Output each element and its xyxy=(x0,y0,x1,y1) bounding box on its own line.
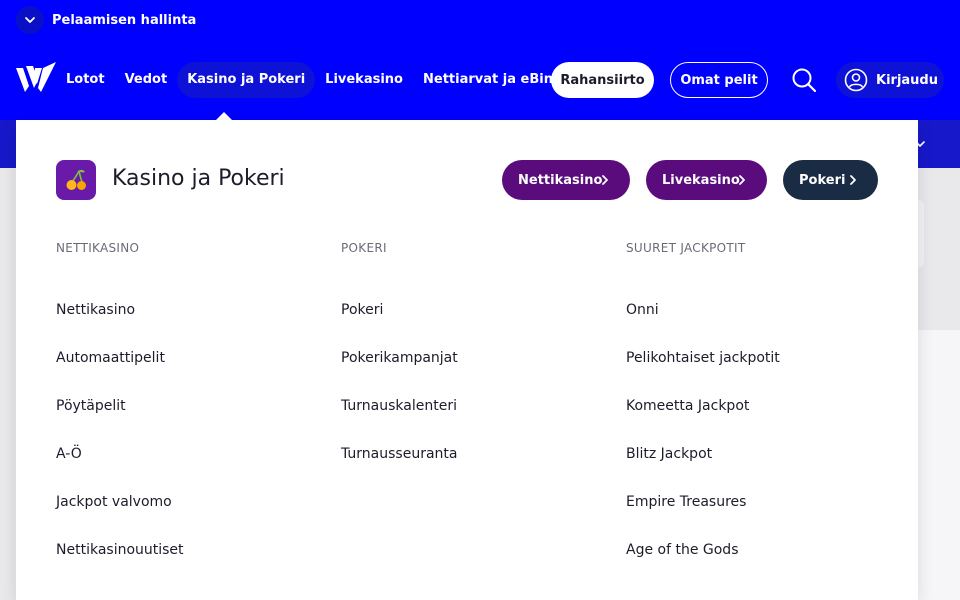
menu-link[interactable]: Jackpot valvomo xyxy=(56,492,316,540)
login-label: Kirjaudu xyxy=(876,72,938,88)
pill-nettikasino[interactable]: Nettikasino xyxy=(502,160,630,200)
menu-link[interactable]: Nettikasinouutiset xyxy=(56,540,316,588)
veikkaus-logo-icon[interactable] xyxy=(16,62,56,92)
menu-link[interactable]: Pokerikampanjat xyxy=(341,348,601,396)
pill-pokeri[interactable]: Pokeri xyxy=(783,160,878,200)
nav-link-vedot[interactable]: Vedot xyxy=(115,62,178,98)
money-transfer-button[interactable]: Rahansiirto xyxy=(551,62,654,98)
menu-link[interactable]: Blitz Jackpot xyxy=(626,444,886,492)
menu-link[interactable]: Nettikasino xyxy=(56,300,316,348)
menu-link[interactable]: Age of the Gods xyxy=(626,540,886,588)
gaming-management-label[interactable]: Pelaamisen hallinta xyxy=(52,13,196,28)
nav-link-lotot[interactable]: Lotot xyxy=(56,62,115,98)
pill-livekasino[interactable]: Livekasino xyxy=(646,160,767,200)
pill-label: Nettikasino xyxy=(518,172,603,188)
login-button[interactable]: Kirjaudu xyxy=(836,62,944,98)
chevron-down-icon xyxy=(25,17,35,23)
menu-column-suuret-jackpotit: SUURET JACKPOTIT Onni Pelikohtaiset jack… xyxy=(626,238,886,588)
column-header: SUURET JACKPOTIT xyxy=(626,241,746,255)
column-header: NETTIKASINO xyxy=(56,241,140,255)
chevron-right-icon xyxy=(739,175,745,185)
menu-link[interactable]: Empire Treasures xyxy=(626,492,886,540)
menu-link[interactable]: Pöytäpelit xyxy=(56,396,316,444)
menu-link[interactable]: Turnauskalenteri xyxy=(341,396,601,444)
user-icon xyxy=(844,68,868,92)
menu-link[interactable]: Komeetta Jackpot xyxy=(626,396,886,444)
pill-label: Pokeri xyxy=(799,172,846,188)
chevron-right-icon xyxy=(850,175,856,185)
nav-link-kasino-ja-pokeri[interactable]: Kasino ja Pokeri xyxy=(177,62,316,98)
menu-link[interactable]: Automaattipelit xyxy=(56,348,316,396)
menu-column-pokeri: POKERI Pokeri Pokerikampanjat Turnauskal… xyxy=(341,238,601,492)
cherries-icon xyxy=(56,160,96,200)
menu-link[interactable]: Onni xyxy=(626,300,886,348)
menu-column-nettikasino: NETTIKASINO Nettikasino Automaattipelit … xyxy=(56,238,316,588)
active-tab-caret xyxy=(216,112,232,120)
menu-title: Kasino ja Pokeri xyxy=(112,166,285,191)
top-utility-bar: Pelaamisen hallinta xyxy=(0,0,960,40)
my-games-button[interactable]: Omat pelit xyxy=(670,62,768,98)
column-header: POKERI xyxy=(341,241,387,255)
menu-link[interactable]: Turnausseuranta xyxy=(341,444,601,492)
menu-link[interactable]: A-Ö xyxy=(56,444,316,492)
menu-link[interactable]: Pokeri xyxy=(341,300,601,348)
casino-poker-mega-menu: Kasino ja Pokeri Nettikasino Livekasino … xyxy=(16,120,918,600)
background-card xyxy=(918,200,924,268)
pill-label: Livekasino xyxy=(662,172,740,188)
nav-link-livekasino[interactable]: Livekasino xyxy=(315,62,413,98)
main-nav: Lotot Vedot Kasino ja Pokeri Livekasino … xyxy=(0,40,960,120)
background-panel xyxy=(918,330,960,600)
nav-links: Lotot Vedot Kasino ja Pokeri Livekasino … xyxy=(56,62,581,98)
search-icon xyxy=(792,68,817,93)
gaming-management-toggle[interactable] xyxy=(16,6,44,34)
chevron-right-icon xyxy=(602,175,608,185)
menu-link[interactable]: Pelikohtaiset jackpotit xyxy=(626,348,886,396)
search-button[interactable] xyxy=(788,64,820,96)
